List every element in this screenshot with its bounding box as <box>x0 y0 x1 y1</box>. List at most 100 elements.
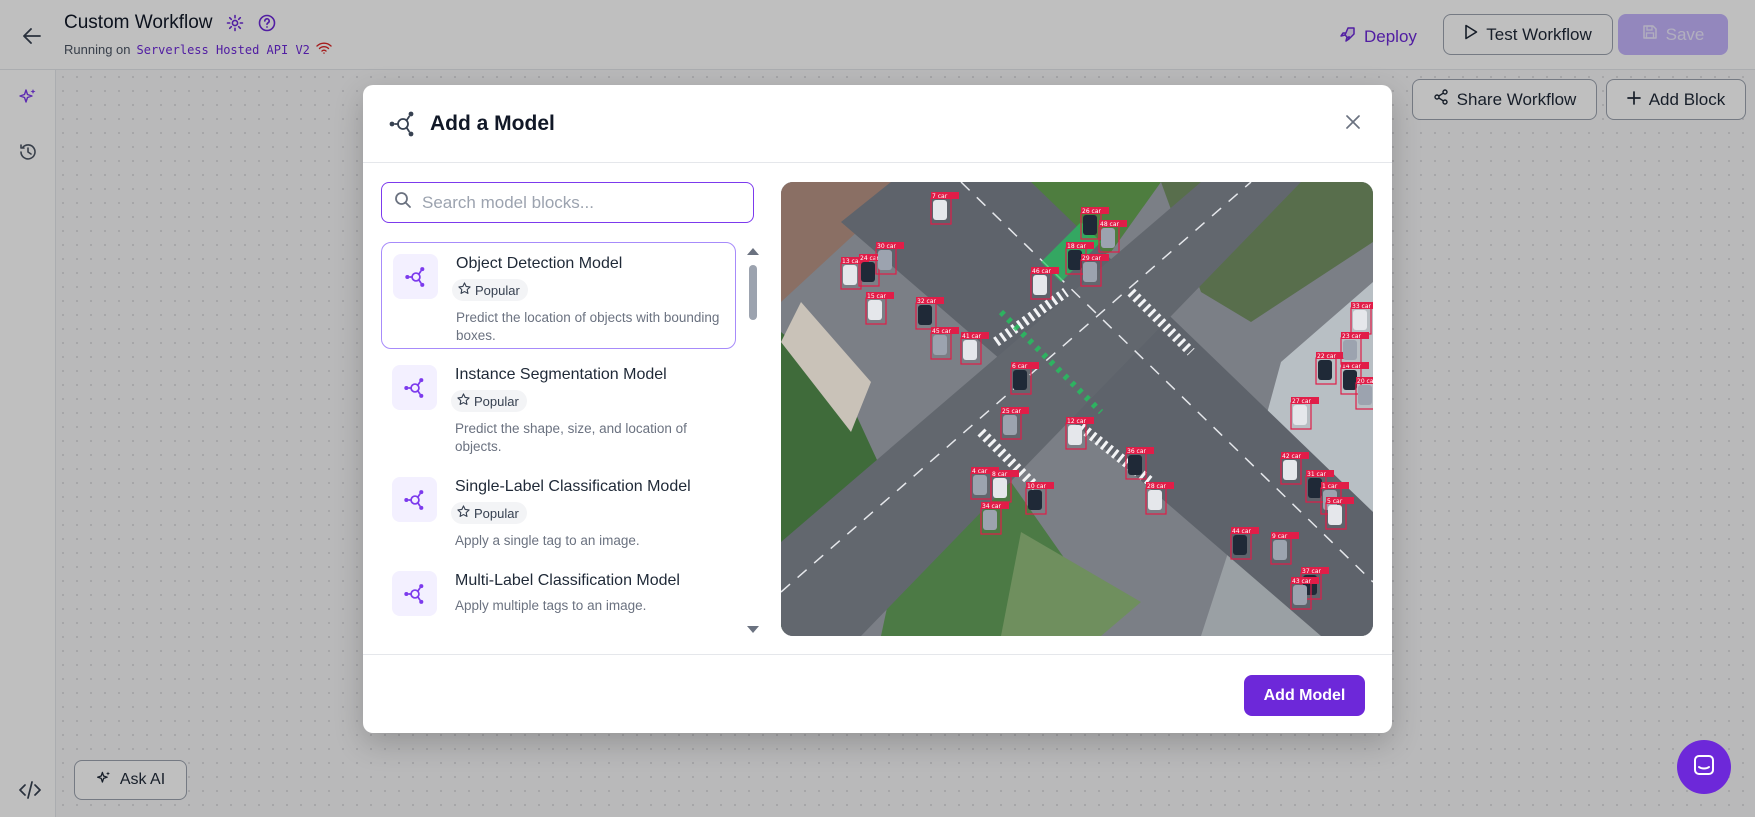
car-shape <box>963 340 977 360</box>
car-shape <box>1068 425 1082 445</box>
model-card-description: Predict the shape, size, and location of… <box>455 421 687 454</box>
chat-icon <box>1692 753 1716 782</box>
detection-label: 1 car <box>1322 483 1338 490</box>
add-model-dialog: Add a Model Object Detection Model Popul… <box>363 85 1392 733</box>
model-card-description: Apply a single tag to an image. <box>455 533 640 548</box>
model-card-description: Predict the location of objects with bou… <box>456 310 720 343</box>
car-shape <box>1343 340 1357 360</box>
detection-label: 34 car <box>982 503 1002 510</box>
popular-badge: Popular <box>451 502 527 524</box>
detection-label: 18 car <box>1067 243 1087 250</box>
detection-label: 15 car <box>867 293 887 300</box>
dialog-title: Add a Model <box>430 112 555 135</box>
scroll-down-arrow-icon[interactable] <box>747 626 759 633</box>
detection-label: 36 car <box>1127 448 1147 455</box>
search-field[interactable] <box>381 182 754 223</box>
car-shape <box>1283 460 1297 480</box>
model-card-multi-label-classification[interactable]: Multi-Label Classification Model Apply m… <box>381 560 736 626</box>
detection-label: 12 car <box>1067 418 1087 425</box>
car-shape <box>1028 490 1042 510</box>
detection-label: 42 car <box>1282 453 1302 460</box>
model-list: Object Detection Model Popular Predict t… <box>381 242 738 632</box>
detection-label: 20 car <box>1357 378 1373 385</box>
detection-label: 37 car <box>1302 568 1322 575</box>
detection-label: 45 car <box>932 328 952 335</box>
car-shape <box>1343 370 1357 390</box>
detection-label: 48 car <box>1100 221 1120 228</box>
detection-label: 26 car <box>1082 208 1102 215</box>
scroll-up-arrow-icon[interactable] <box>747 248 759 255</box>
detection-label: 44 car <box>1232 528 1252 535</box>
model-card-title: Multi-Label Classification Model <box>455 572 680 589</box>
badge-label: Popular <box>474 505 519 521</box>
detection-label: 28 car <box>1147 483 1167 490</box>
aerial-intersection-illustration: 13 car 24 car30 car7 car26 car48 car15 ca… <box>781 182 1373 636</box>
detection-label: 46 car <box>1032 268 1052 275</box>
model-card-title: Object Detection Model <box>456 255 623 272</box>
car-shape <box>843 265 857 285</box>
car-shape <box>1148 490 1162 510</box>
car-shape <box>1293 405 1307 425</box>
model-card-object-detection[interactable]: Object Detection Model Popular Predict t… <box>381 242 736 349</box>
list-scrollbar[interactable] <box>747 248 759 633</box>
detection-label: 27 car <box>1292 398 1312 405</box>
detection-label: 5 car <box>1327 498 1343 505</box>
car-shape <box>1003 415 1017 435</box>
dialog-header: Add a Model <box>363 85 1392 163</box>
car-shape <box>1318 360 1332 380</box>
car-shape <box>933 335 947 355</box>
detection-label: 41 car <box>962 333 982 340</box>
car-shape <box>868 300 882 320</box>
badge-label: Popular <box>474 393 519 409</box>
detection-label: 6 car <box>1012 363 1028 370</box>
close-icon[interactable] <box>1343 112 1363 132</box>
star-icon <box>457 505 470 521</box>
model-card-title: Instance Segmentation Model <box>455 366 667 383</box>
car-shape <box>1358 385 1372 405</box>
detection-label: 43 car <box>1292 578 1312 585</box>
car-shape <box>1013 370 1027 390</box>
model-graph-icon <box>392 571 437 616</box>
car-shape <box>1033 275 1047 295</box>
popular-badge: Popular <box>452 279 528 301</box>
chat-launcher-button[interactable] <box>1677 740 1731 794</box>
star-icon <box>458 282 471 298</box>
detection-label: 9 car <box>1272 533 1288 540</box>
car-shape <box>1353 310 1367 330</box>
detection-label: 29 car <box>1082 255 1102 262</box>
car-shape <box>973 475 987 495</box>
car-shape <box>861 262 875 282</box>
car-shape <box>918 305 932 325</box>
model-graph-icon <box>392 477 437 522</box>
model-preview-image: 13 car 24 car 30 car 7 car 26 car 48 car 15 ca… <box>781 182 1373 636</box>
star-icon <box>457 393 470 409</box>
add-model-button[interactable]: Add Model <box>1244 675 1365 716</box>
dialog-footer-divider <box>363 654 1392 655</box>
car-shape <box>1273 540 1287 560</box>
model-card-title: Single-Label Classification Model <box>455 478 691 495</box>
car-shape <box>1068 250 1082 270</box>
car-shape <box>1293 585 1307 605</box>
model-card-instance-segmentation[interactable]: Instance Segmentation Model Popular Pred… <box>381 354 736 454</box>
model-card-description: Apply multiple tags to an image. <box>455 598 647 613</box>
detection-label: 23 car <box>1342 333 1362 340</box>
detection-label: 31 car <box>1307 471 1327 478</box>
badge-label: Popular <box>475 282 520 298</box>
model-card-single-label-classification[interactable]: Single-Label Classification Model Popula… <box>381 466 736 550</box>
detection-label: 4 car <box>972 468 988 475</box>
detection-label: 30 car <box>877 243 897 250</box>
car-shape <box>1083 262 1097 282</box>
car-shape <box>1128 455 1142 475</box>
detection-label: 33 car <box>1352 303 1372 310</box>
car-shape <box>1101 228 1115 248</box>
scrollbar-thumb[interactable] <box>749 265 757 320</box>
detection-label: 8 car <box>992 471 1008 478</box>
detection-label: 7 car <box>932 193 948 200</box>
detection-label: 10 car <box>1027 483 1047 490</box>
search-input[interactable] <box>422 192 742 213</box>
detection-label: 32 car <box>917 298 937 305</box>
car-shape <box>983 510 997 530</box>
model-graph-icon <box>392 365 437 410</box>
detection-label: 25 car <box>1002 408 1022 415</box>
car-shape <box>1233 535 1247 555</box>
